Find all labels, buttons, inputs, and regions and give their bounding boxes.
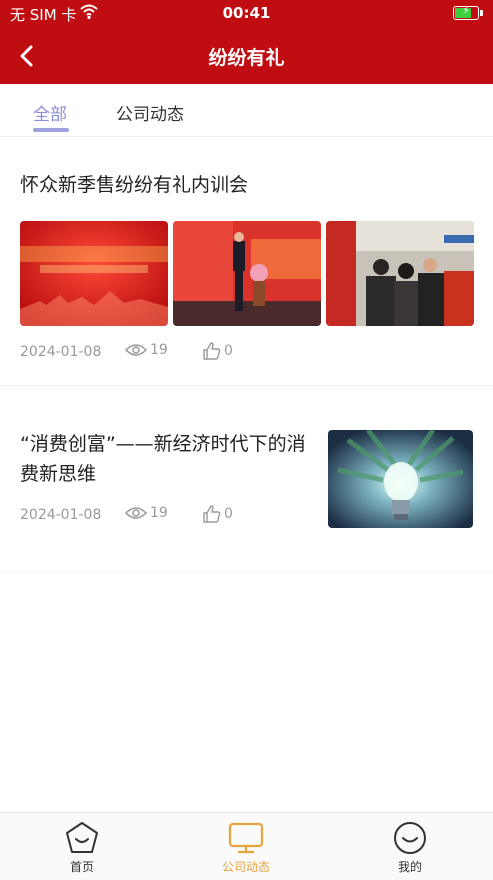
charging-bolt-icon: ⚡: [462, 4, 470, 17]
status-bar: 无 SIM 卡 00:41 ⚡: [0, 0, 493, 28]
like-count-value: 0: [224, 506, 233, 522]
view-count-value: 19: [150, 342, 168, 358]
banner-photo: [20, 221, 168, 326]
battery-icon: ⚡: [453, 4, 479, 20]
eye-icon: [125, 344, 147, 356]
bottom-tab-mine[interactable]: 我的: [350, 813, 470, 880]
article-date: 2024-01-08: [20, 507, 102, 523]
view-count-value: 19: [150, 505, 168, 521]
nav-bar: 纷纷有礼: [0, 28, 493, 84]
home-face-icon: [66, 822, 98, 853]
view-count: 19: [125, 342, 168, 358]
article-title: 怀众新季售纷纷有礼内训会: [20, 174, 249, 196]
bottom-tab-label: 我的: [397, 860, 422, 874]
monitor-icon: [228, 822, 264, 854]
lightbulb-money-photo: [328, 430, 473, 528]
thumbs-up-icon: [203, 505, 221, 523]
bottom-tab-home[interactable]: 首页: [22, 813, 142, 880]
eye-icon: [125, 507, 147, 519]
page-title: 纷纷有礼: [208, 47, 285, 69]
speaker-on-stage-photo: [173, 221, 321, 326]
smile-face-icon: [394, 822, 426, 854]
tab-all[interactable]: 全部: [33, 100, 67, 125]
article-item[interactable]: 怀众新季售纷纷有礼内训会 2024-01-08 19 0: [0, 137, 493, 386]
article-item[interactable]: “消费创富”——新经济时代下的消费新思维 2024-01-08 19 0: [0, 388, 493, 573]
thumbs-up-icon: [203, 342, 221, 360]
bottom-tab-label: 公司动态: [221, 860, 270, 874]
article-title: “消费创富”——新经济时代下的消费新思维: [20, 433, 306, 485]
bottom-tab-label: 首页: [69, 860, 94, 874]
bottom-tab-company-news[interactable]: 公司动态: [186, 813, 306, 880]
category-tabs: 全部 公司动态: [0, 84, 493, 137]
tab-company-news[interactable]: 公司动态: [116, 100, 184, 125]
article-date: 2024-01-08: [20, 344, 102, 360]
view-count: 19: [125, 505, 168, 521]
like-count-value: 0: [224, 343, 233, 359]
battery-cap: [480, 10, 483, 16]
article-thumbnails: [20, 221, 474, 326]
tab-active-indicator: [33, 128, 69, 132]
status-time: 00:41: [222, 4, 271, 22]
like-button[interactable]: 0: [203, 342, 233, 360]
bottom-tab-bar: 首页 公司动态 我的: [0, 812, 493, 880]
like-button[interactable]: 0: [203, 505, 233, 523]
crowd-photo: [326, 221, 474, 326]
